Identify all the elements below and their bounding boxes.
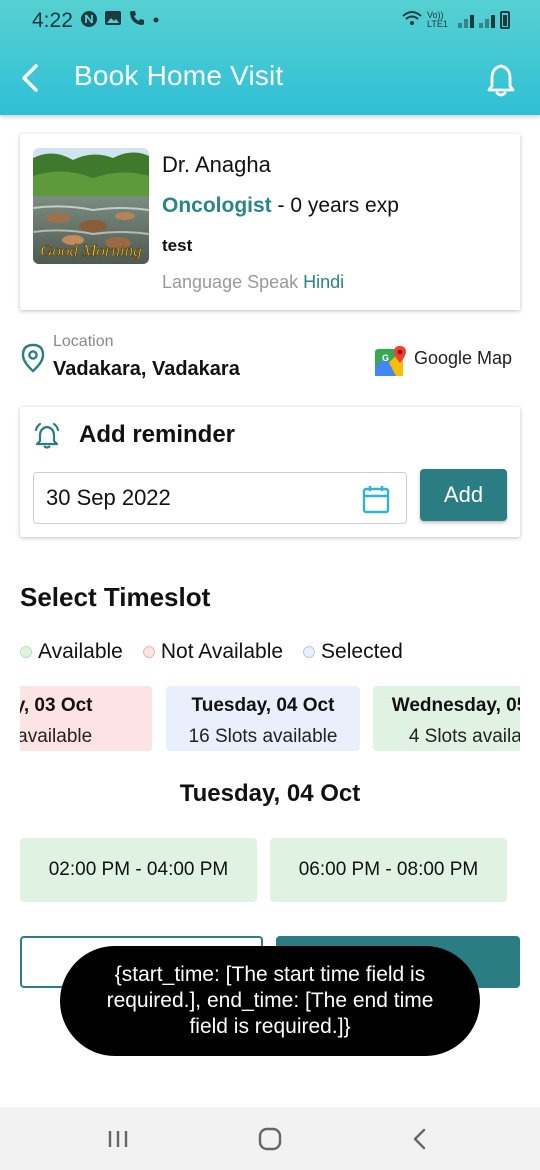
reminder-date-value: 30 Sep 2022 <box>46 485 171 510</box>
not-available-dot-icon <box>142 646 155 658</box>
google-map-link[interactable]: Google Map <box>414 348 512 369</box>
day-card-not-available[interactable]: Monday, 03 Oct 0 Slots available <box>20 686 152 751</box>
location-value: Vadakara, Vadakara <box>53 358 240 380</box>
bell-icon <box>487 64 515 97</box>
svg-text:G: G <box>382 353 389 363</box>
legend-not-available-label: Not Available <box>160 640 284 663</box>
day-slots: 4 Slots available <box>408 726 520 747</box>
calendar-icon[interactable] <box>362 484 390 514</box>
location-label: Location <box>53 333 114 350</box>
wifi-icon <box>402 10 422 29</box>
doctor-card: Good Morning Dr. Anagha Oncologist - 0 y… <box>20 134 520 310</box>
language-label: Language Speak <box>162 272 299 292</box>
doctor-photo: Good Morning <box>33 148 149 264</box>
image-icon <box>104 10 122 28</box>
chevron-left-icon <box>22 64 38 92</box>
timeslot-title: Select Timeslot <box>20 582 211 612</box>
photo-caption: Good Morning <box>40 241 142 260</box>
system-back-button[interactable] <box>400 1123 440 1155</box>
google-map-icon[interactable]: G <box>374 345 408 377</box>
day-card-available[interactable]: Wednesday, 05 Oct 4 Slots available <box>373 686 520 751</box>
system-nav-bar <box>0 1107 540 1170</box>
legend-available-label: Available <box>38 640 123 663</box>
signal-icon-2 <box>479 12 495 28</box>
reminder-title: Add reminder <box>79 421 236 448</box>
system-status-icons: Vo)) LTE1 <box>402 10 510 29</box>
app-bar: 4:22 Vo)) LTE1 Book Home Visit <box>0 0 540 115</box>
add-reminder-button[interactable]: Add <box>420 469 507 521</box>
home-icon <box>258 1127 282 1151</box>
status-bar: 4:22 Vo)) LTE1 <box>0 0 540 40</box>
reminder-date-field[interactable]: 30 Sep 2022 <box>33 472 407 524</box>
back-button[interactable] <box>14 58 48 98</box>
notification-button[interactable] <box>484 62 518 98</box>
day-date: Wednesday, 05 Oct <box>391 695 520 716</box>
screen: 4:22 Vo)) LTE1 Book Home Visit Good Morn… <box>0 0 540 1170</box>
network-label: Vo)) LTE1 <box>427 9 448 29</box>
phone-icon <box>128 10 146 28</box>
legend-not-available: Not Available <box>142 640 284 664</box>
day-slots: 0 Slots available <box>20 726 93 747</box>
reminder-card: Add reminder 30 Sep 2022 Add <box>20 407 520 537</box>
battery-icon <box>500 10 510 29</box>
legend-selected-label: Selected <box>321 640 403 663</box>
available-dot-icon <box>20 646 32 658</box>
error-toast: {start_time: [The start time field is re… <box>60 946 480 1056</box>
recent-apps-icon <box>108 1131 128 1147</box>
day-date: Tuesday, 04 Oct <box>191 695 335 716</box>
legend-selected: Selected <box>303 640 403 664</box>
status-time: 4:22 <box>32 9 73 32</box>
doctor-language-line: Language Speak Hindi <box>162 272 344 293</box>
legend-available: Available <box>20 640 123 664</box>
day-date: Monday, 03 Oct <box>20 695 93 716</box>
app-notification-icon <box>80 10 98 28</box>
page-title: Book Home Visit <box>74 60 284 91</box>
signal-icon <box>458 12 474 28</box>
alarm-icon <box>34 422 60 450</box>
doctor-experience: - 0 years exp <box>277 194 399 217</box>
location-pin-icon <box>20 343 46 373</box>
selected-day-heading: Tuesday, 04 Oct <box>179 780 361 807</box>
dot-icon <box>152 10 160 28</box>
day-selector: Monday, 03 Oct 0 Slots available Tuesday… <box>20 686 520 752</box>
day-card-selected[interactable]: Tuesday, 04 Oct 16 Slots available <box>166 686 360 751</box>
time-slot[interactable]: 06:00 PM - 08:00 PM <box>270 838 507 902</box>
day-slots: 16 Slots available <box>188 726 338 747</box>
doctor-specialty: Oncologist <box>162 194 272 217</box>
language-value: Hindi <box>303 272 345 292</box>
notification-icons <box>80 10 160 28</box>
back-icon <box>413 1128 426 1150</box>
timeslot-legend: Available Not Available Selected <box>20 640 423 664</box>
selected-dot-icon <box>303 646 316 658</box>
doctor-specialty-line: Oncologist - 0 years exp <box>162 194 399 218</box>
time-slot[interactable]: 02:00 PM - 04:00 PM <box>20 838 257 902</box>
doctor-note: test <box>162 236 193 255</box>
doctor-name: Dr. Anagha <box>162 152 271 177</box>
recent-apps-button[interactable] <box>98 1123 138 1155</box>
home-button[interactable] <box>250 1123 290 1155</box>
